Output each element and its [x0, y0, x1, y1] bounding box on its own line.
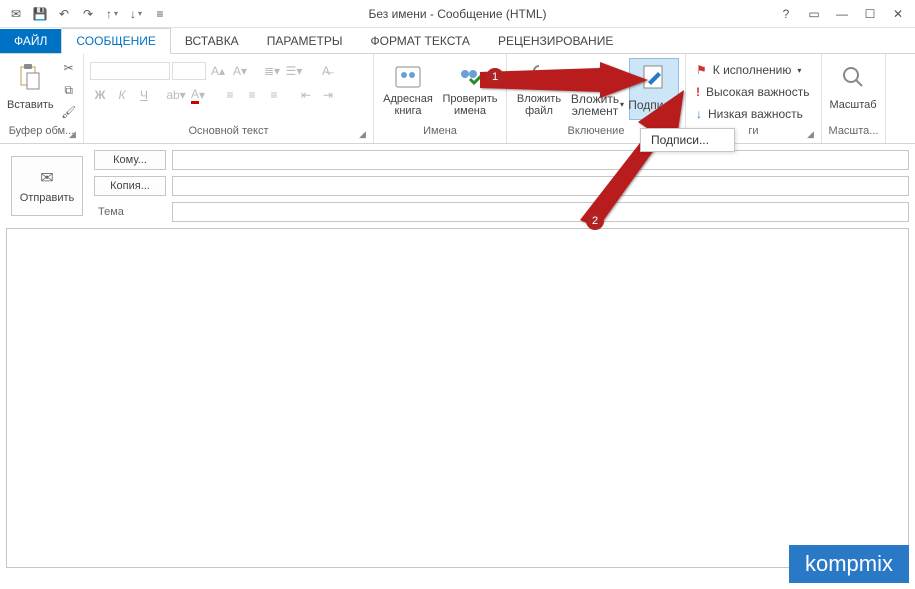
window-controls: ? ▭ — ☐ ✕: [777, 5, 915, 23]
align-left-icon[interactable]: ≡: [220, 86, 240, 104]
paste-icon: [14, 61, 46, 93]
send-button[interactable]: ✉ Отправить: [11, 156, 83, 216]
annotation-badge-2: 2: [586, 212, 604, 230]
tab-review[interactable]: РЕЦЕНЗИРОВАНИЕ: [484, 29, 627, 53]
address-book-button[interactable]: Адресная книга: [380, 58, 436, 120]
ribbon-tabs: ФАЙЛ СООБЩЕНИЕ ВСТАВКА ПАРАМЕТРЫ ФОРМАТ …: [0, 28, 915, 54]
watermark: kompmix: [789, 545, 909, 583]
annotation-arrow-2: [580, 90, 690, 230]
cc-button[interactable]: Копия...: [94, 176, 166, 196]
tab-options[interactable]: ПАРАМЕТРЫ: [253, 29, 357, 53]
indent-right-icon[interactable]: ⇥: [318, 86, 338, 104]
clipboard-dialog-launcher[interactable]: ◢: [69, 129, 81, 141]
clear-formatting-icon[interactable]: A̶: [316, 62, 336, 80]
message-body[interactable]: [6, 228, 909, 568]
high-importance-icon: !: [696, 85, 700, 99]
minimize-button[interactable]: —: [833, 5, 851, 23]
cc-input[interactable]: [172, 176, 909, 196]
format-painter-icon[interactable]: 🖌: [59, 102, 79, 122]
cut-icon[interactable]: ✂: [59, 58, 79, 78]
follow-up-button[interactable]: ⚑ К исполнению▾: [692, 60, 815, 80]
next-item-icon[interactable]: ↓: [128, 6, 144, 22]
help-icon[interactable]: ?: [777, 5, 795, 23]
group-clipboard: Вставить ✂ ⧉ 🖌 Буфер обм... ◢: [0, 54, 84, 143]
tab-file[interactable]: ФАЙЛ: [0, 29, 61, 53]
bold-button[interactable]: Ж: [90, 86, 110, 104]
zoom-button[interactable]: Масштаб: [828, 58, 878, 120]
address-book-icon: [392, 61, 424, 93]
group-label-clipboard: Буфер обм...: [6, 125, 77, 141]
annotation-badge-1: 1: [486, 68, 504, 86]
qat-customize-icon[interactable]: ≡: [152, 6, 168, 22]
maximize-button[interactable]: ☐: [861, 5, 879, 23]
high-importance-button[interactable]: ! Высокая важность: [692, 82, 815, 102]
italic-button[interactable]: К: [112, 86, 132, 104]
low-importance-icon: ↓: [696, 107, 702, 121]
to-button[interactable]: Кому...: [94, 150, 166, 170]
align-center-icon[interactable]: ≡: [242, 86, 262, 104]
save-icon[interactable]: 💾: [32, 6, 48, 22]
group-zoom: Масштаб Масшта...: [822, 54, 886, 143]
highlight-icon[interactable]: ab▾: [166, 86, 186, 104]
align-right-icon[interactable]: ≡: [264, 86, 284, 104]
group-basic-text: A▴ A▾ ≣▾ ☰▾ A̶ Ж К Ч ab▾ A▾ ≡ ≡ ≡ ⇤: [84, 54, 374, 143]
signatures-menu-item[interactable]: Подписи...: [641, 129, 734, 151]
mail-icon: ✉: [8, 6, 24, 22]
numbering-icon[interactable]: ☰▾: [284, 62, 304, 80]
close-button[interactable]: ✕: [889, 5, 907, 23]
copy-icon[interactable]: ⧉: [59, 80, 79, 100]
group-label-basic-text: Основной текст: [90, 125, 367, 141]
subject-input[interactable]: [172, 202, 909, 222]
signature-dropdown: Подписи...: [640, 128, 735, 152]
window-title: Без имени - Сообщение (HTML): [368, 7, 546, 21]
shrink-font-icon[interactable]: A▾: [230, 62, 250, 80]
redo-icon[interactable]: ↷: [80, 6, 96, 22]
ribbon: Вставить ✂ ⧉ 🖌 Буфер обм... ◢ A▴ A▾ ≣▾ ☰…: [0, 54, 915, 144]
ribbon-display-icon[interactable]: ▭: [805, 5, 823, 23]
font-color-icon[interactable]: A▾: [188, 86, 208, 104]
send-icon: ✉: [40, 168, 53, 188]
bullets-icon[interactable]: ≣▾: [262, 62, 282, 80]
paste-button[interactable]: Вставить: [6, 58, 55, 120]
group-label-zoom: Масшта...: [828, 125, 879, 141]
message-header: ✉ Отправить Кому... Копия... Тема: [0, 144, 915, 228]
underline-button[interactable]: Ч: [134, 86, 154, 104]
tab-format[interactable]: ФОРМАТ ТЕКСТА: [356, 29, 483, 53]
tab-message[interactable]: СООБЩЕНИЕ: [61, 28, 171, 54]
subject-label: Тема: [94, 206, 166, 218]
grow-font-icon[interactable]: A▴: [208, 62, 228, 80]
to-input[interactable]: [172, 150, 909, 170]
quick-access-toolbar: ✉ 💾 ↶ ↷ ↑ ↓ ≡: [0, 6, 168, 22]
low-importance-button[interactable]: ↓ Низкая важность: [692, 104, 815, 124]
tags-dialog-launcher[interactable]: ◢: [807, 129, 819, 141]
flag-icon: ⚑: [696, 63, 707, 77]
previous-item-icon[interactable]: ↑: [104, 6, 120, 22]
group-label-names: Имена: [380, 125, 500, 141]
indent-left-icon[interactable]: ⇤: [296, 86, 316, 104]
tab-insert[interactable]: ВСТАВКА: [171, 29, 253, 53]
font-dialog-launcher[interactable]: ◢: [359, 129, 371, 141]
title-bar: ✉ 💾 ↶ ↷ ↑ ↓ ≡ Без имени - Сообщение (HTM…: [0, 0, 915, 28]
undo-icon[interactable]: ↶: [56, 6, 72, 22]
zoom-icon: [837, 61, 869, 93]
